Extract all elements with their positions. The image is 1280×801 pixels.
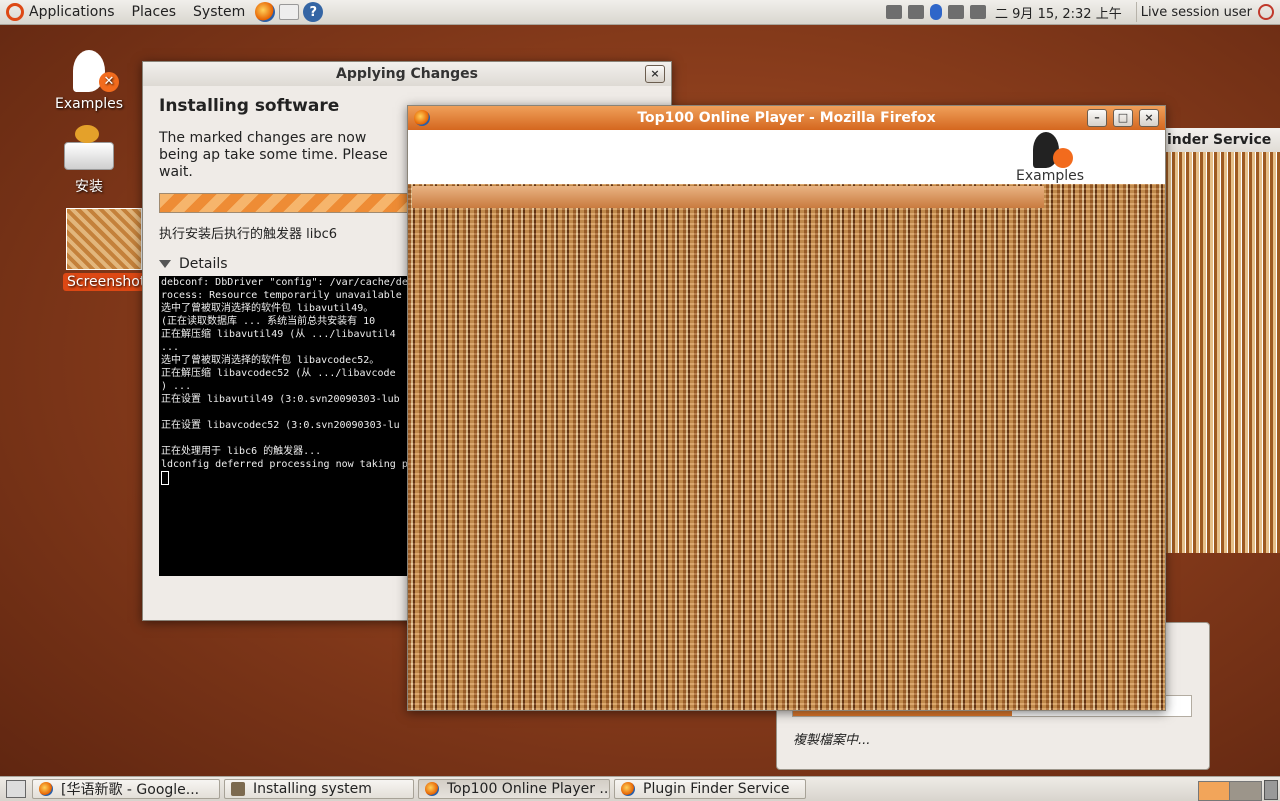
trash-icon[interactable] (1264, 780, 1278, 800)
firefox-icon (621, 782, 635, 796)
mail-launcher-icon[interactable] (279, 4, 300, 20)
volume-icon[interactable] (970, 5, 987, 19)
user-menu[interactable]: Live session user (1141, 5, 1252, 20)
firefox-icon (425, 782, 439, 796)
installer-icon (231, 782, 245, 796)
desktop-icon-label: Examples (54, 96, 124, 112)
firefox-window: Top100 Online Player - Mozilla Firefox –… (407, 105, 1166, 711)
terminal-line: ... (161, 342, 180, 353)
terminal-line: 正在处理用于 libc6 的触发器... (161, 446, 322, 457)
terminal-line: ) ... (161, 381, 192, 392)
workspace-1[interactable] (1199, 782, 1230, 800)
plugin-finder-titlebar[interactable]: inder Service (1165, 128, 1280, 152)
terminal-line: rocess: Resource temporarily unavailable (161, 290, 402, 301)
desktop-icon-screenshot[interactable]: Screenshot (63, 208, 150, 291)
places-menu[interactable]: Places (121, 0, 183, 24)
terminal-line: 正在解压缩 libavcodec52 (从 .../libavcode (161, 368, 396, 379)
system-tray: 二 9月 15, 2:32 上午 Live session user (883, 0, 1280, 24)
desktop-icon-examples[interactable]: ✕ Examples (49, 50, 129, 112)
installer-icon (64, 125, 114, 170)
examples-ghost: Examples (1016, 132, 1084, 184)
window-title: Top100 Online Player - Mozilla Firefox (637, 110, 936, 126)
install-progress-bar (159, 193, 409, 213)
garbled-window-tiles (412, 186, 1044, 208)
bluetooth-icon[interactable] (930, 4, 943, 20)
terminal-line: 选中了曾被取消选择的软件包 libavcodec52。 (161, 355, 380, 366)
window-titlebar[interactable]: Top100 Online Player - Mozilla Firefox –… (408, 106, 1165, 130)
window-titlebar[interactable]: Applying Changes × (143, 62, 671, 86)
close-button[interactable]: × (1139, 109, 1159, 127)
terminal-line: (正在读取数据库 ... 系统当前总共安装有 10 (161, 316, 376, 327)
install-description: The marked changes are now being ap take… (159, 130, 388, 180)
ubuntu-logo-icon (6, 3, 24, 21)
examples-ghost-icon (1033, 132, 1073, 168)
help-launcher-icon[interactable]: ? (303, 2, 324, 22)
copy-status: 複製檔案中... (793, 733, 871, 748)
desktop-icon-label: Screenshot (63, 273, 150, 291)
terminal-line: ldconfig deferred processing now taking … (161, 459, 408, 470)
system-menu[interactable]: System (182, 0, 251, 24)
keyboard-icon[interactable] (948, 5, 965, 19)
minimize-button[interactable]: – (1087, 109, 1107, 127)
workspace-switcher[interactable] (1198, 781, 1262, 801)
maximize-button[interactable]: □ (1113, 109, 1133, 127)
terminal-line: 正在解压缩 libavutil49 (从 .../libavutil4 (161, 329, 396, 340)
bottom-panel: [华语新歌 - Google... Installing system Top1… (0, 776, 1280, 801)
examples-folder-icon: ✕ (73, 50, 119, 92)
firefox-launcher-icon[interactable] (255, 2, 276, 22)
desktop-icon-install[interactable]: 安装 (49, 125, 129, 196)
terminal-line: debconf: DbDriver "config": /var/cache/d… (161, 277, 408, 288)
top-panel: Applications Places System ? 二 9月 15, 2:… (0, 0, 1280, 25)
firefox-icon (39, 782, 53, 796)
taskbar-item-plugin-finder[interactable]: Plugin Finder Service (614, 779, 806, 799)
screenshot-thumbnail-icon (66, 208, 142, 270)
garbled-page-content[interactable]: Examples (408, 130, 1165, 710)
taskbar-item-google[interactable]: [华语新歌 - Google... (32, 779, 220, 799)
window-title: Applying Changes (336, 66, 478, 82)
show-desktop-icon[interactable] (6, 780, 26, 798)
terminal-cursor (161, 471, 169, 485)
desktop-icon-label: 安装 (75, 179, 103, 195)
applications-menu[interactable]: Applications (0, 0, 121, 24)
terminal-line: 选中了曾被取消选择的软件包 libavutil49。 (161, 303, 374, 314)
expander-arrow-icon (159, 260, 171, 268)
display-icon[interactable] (908, 5, 925, 19)
close-button[interactable]: × (645, 65, 665, 83)
terminal-line: 正在设置 libavutil49 (3:0.svn20090303-lub (161, 394, 400, 405)
terminal-output[interactable]: debconf: DbDriver "config": /var/cache/d… (159, 276, 411, 576)
clock[interactable]: 二 9月 15, 2:32 上午 (995, 3, 1122, 22)
firefox-icon (414, 110, 430, 126)
power-icon[interactable] (1258, 4, 1274, 20)
terminal-line: 正在设置 libavcodec52 (3:0.svn20090303-lu (161, 420, 400, 431)
plugin-finder-window (1165, 128, 1280, 553)
tray-separator (1135, 2, 1137, 22)
network-icon[interactable] (886, 5, 903, 19)
taskbar-item-top100[interactable]: Top100 Online Player ... (418, 779, 610, 799)
taskbar-item-installing[interactable]: Installing system (224, 779, 414, 799)
